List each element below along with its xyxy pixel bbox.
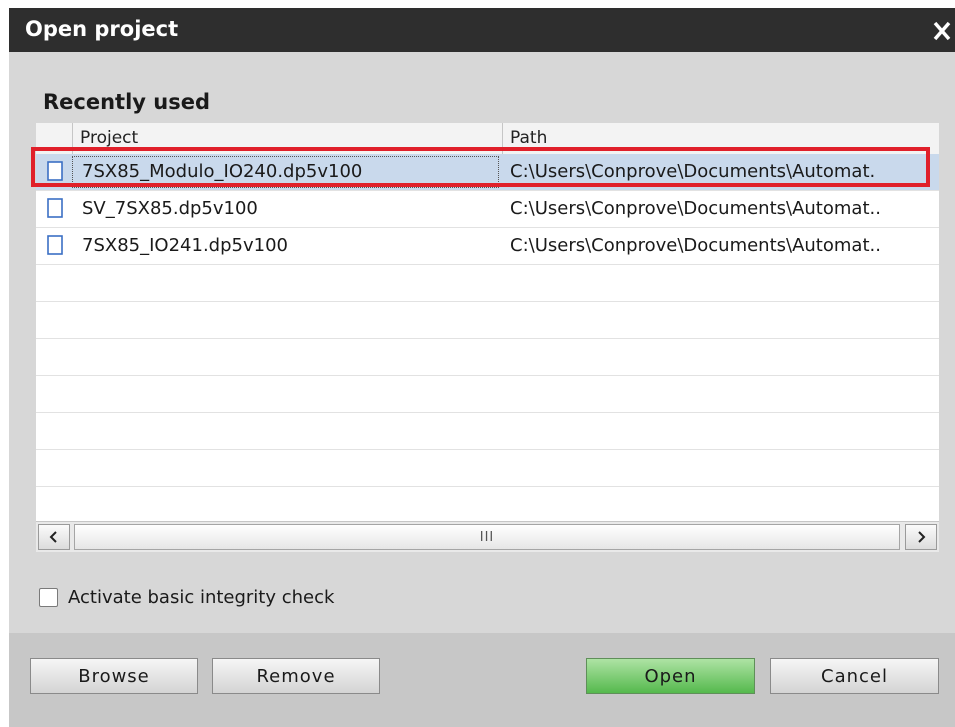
chevron-left-icon bbox=[49, 531, 57, 543]
close-icon bbox=[933, 21, 951, 41]
chevron-right-icon bbox=[918, 531, 926, 543]
open-project-dialog: Open project Recently used Project Path … bbox=[9, 8, 955, 727]
scroll-right-button[interactable] bbox=[905, 524, 937, 550]
empty-table-row bbox=[36, 302, 939, 339]
project-cell: 7SX85_IO241.dp5v100 bbox=[82, 235, 288, 256]
horizontal-scrollbar[interactable]: III bbox=[36, 521, 939, 552]
path-cell: C:\Users\Conprove\Documents\Automat.. bbox=[510, 235, 881, 256]
open-button[interactable]: Open bbox=[586, 658, 755, 694]
browse-button[interactable]: Browse bbox=[30, 658, 198, 694]
title-bar: Open project bbox=[9, 8, 955, 52]
header-corner bbox=[36, 123, 72, 154]
table-row[interactable]: SV_7SX85.dp5v100 C:\Users\Conprove\Docume… bbox=[36, 191, 939, 228]
document-icon bbox=[47, 161, 63, 181]
document-icon bbox=[47, 235, 63, 255]
empty-table-row bbox=[36, 450, 939, 487]
close-button[interactable] bbox=[929, 14, 955, 48]
table-row[interactable]: 7SX85_IO241.dp5v100 C:\Users\Conprove\Doc… bbox=[36, 228, 939, 265]
path-cell: C:\Users\Conprove\Documents\Automat.. bbox=[510, 198, 881, 219]
scroll-thumb[interactable]: III bbox=[74, 524, 900, 550]
empty-table-row bbox=[36, 339, 939, 376]
scroll-left-button[interactable] bbox=[38, 524, 70, 550]
scroll-grip: III bbox=[479, 529, 495, 545]
integrity-check-option[interactable]: Activate basic integrity check bbox=[39, 586, 334, 608]
remove-button[interactable]: Remove bbox=[212, 658, 380, 694]
table-row[interactable]: 7SX85_Modulo_IO240.dp5v100 C:\Users\Conpr… bbox=[36, 154, 939, 191]
column-header-path[interactable]: Path bbox=[502, 123, 939, 154]
empty-table-row bbox=[36, 376, 939, 413]
recent-projects-table: Project Path 7SX85_Modulo_IO240.dp5v100 C… bbox=[36, 123, 939, 521]
table-header: Project Path bbox=[36, 123, 939, 155]
column-header-project[interactable]: Project bbox=[72, 123, 502, 154]
empty-table-row bbox=[36, 265, 939, 302]
empty-table-row bbox=[36, 413, 939, 450]
path-cell: C:\Users\Conprove\Documents\Automat. bbox=[510, 161, 876, 182]
recently-used-heading: Recently used bbox=[43, 90, 211, 114]
integrity-check-label[interactable]: Activate basic integrity check bbox=[68, 587, 334, 608]
project-cell: 7SX85_Modulo_IO240.dp5v100 bbox=[82, 161, 363, 182]
empty-table-row bbox=[36, 487, 939, 521]
cancel-button[interactable]: Cancel bbox=[770, 658, 939, 694]
dialog-title: Open project bbox=[25, 17, 179, 41]
project-cell: SV_7SX85.dp5v100 bbox=[82, 198, 258, 219]
document-icon bbox=[47, 198, 63, 218]
integrity-check-checkbox[interactable] bbox=[39, 587, 58, 607]
